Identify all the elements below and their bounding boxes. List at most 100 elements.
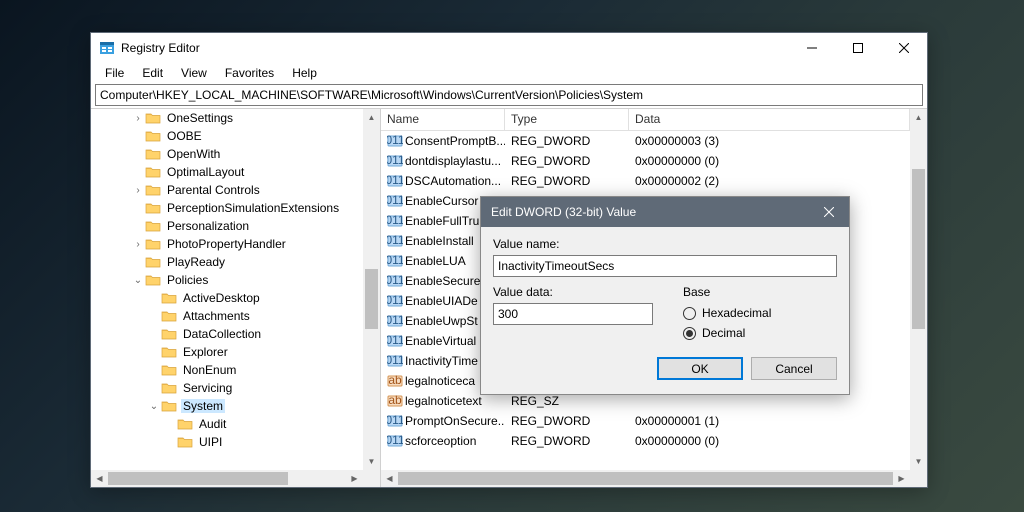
base-label: Base (683, 285, 837, 299)
tree-item[interactable]: UIPI (91, 433, 363, 451)
scroll-left-icon[interactable]: ◀ (381, 470, 398, 487)
titlebar[interactable]: Registry Editor (91, 33, 927, 63)
tree-item[interactable]: OptimalLayout (91, 163, 363, 181)
close-button[interactable] (881, 33, 927, 63)
tree-item[interactable]: OOBE (91, 127, 363, 145)
scroll-right-icon[interactable]: ▶ (893, 470, 910, 487)
address-bar[interactable]: Computer\HKEY_LOCAL_MACHINE\SOFTWARE\Mic… (95, 84, 923, 106)
tree-item-label: Attachments (181, 309, 252, 323)
tree-item[interactable]: Attachments (91, 307, 363, 325)
dword-value-icon: 011 (387, 193, 403, 209)
menu-help[interactable]: Help (284, 64, 325, 82)
folder-icon (145, 255, 161, 269)
menu-view[interactable]: View (173, 64, 215, 82)
dialog-titlebar[interactable]: Edit DWORD (32-bit) Value (481, 197, 849, 227)
column-type[interactable]: Type (505, 109, 629, 130)
list-scrollbar-horizontal[interactable]: ◀ ▶ (381, 470, 910, 487)
tree-item[interactable]: ›OneSettings (91, 109, 363, 127)
scrollbar-thumb[interactable] (398, 472, 893, 485)
tree-item[interactable]: ⌄System (91, 397, 363, 415)
scroll-left-icon[interactable]: ◀ (91, 470, 108, 487)
folder-icon (145, 165, 161, 179)
dword-value-icon: 011 (387, 173, 403, 189)
folder-icon (161, 309, 177, 323)
list-row[interactable]: 011dontdisplaylastu...REG_DWORD0x0000000… (381, 151, 910, 171)
value-data: 0x00000002 (2) (629, 174, 910, 188)
menu-favorites[interactable]: Favorites (217, 64, 282, 82)
menu-file[interactable]: File (97, 64, 132, 82)
list-row[interactable]: 011PromptOnSecure...REG_DWORD0x00000001 … (381, 411, 910, 431)
value-type: REG_DWORD (505, 134, 629, 148)
svg-text:011: 011 (387, 153, 403, 167)
scrollbar-thumb[interactable] (365, 269, 378, 329)
svg-text:011: 011 (387, 333, 403, 347)
chevron-down-icon[interactable]: ⌄ (147, 401, 161, 412)
tree-item[interactable]: NonEnum (91, 361, 363, 379)
value-data: 0x00000001 (1) (629, 414, 910, 428)
menubar: File Edit View Favorites Help (91, 63, 927, 83)
tree-item-label: Audit (197, 417, 228, 431)
app-icon (99, 40, 115, 56)
chevron-right-icon[interactable]: › (131, 185, 145, 196)
tree-item-label: PerceptionSimulationExtensions (165, 201, 341, 215)
column-data[interactable]: Data (629, 109, 910, 130)
chevron-right-icon[interactable]: › (131, 113, 145, 124)
tree-item[interactable]: ActiveDesktop (91, 289, 363, 307)
value-name: EnableCursor (405, 194, 478, 208)
radio-decimal[interactable]: Decimal (683, 323, 837, 343)
window-title: Registry Editor (121, 41, 789, 55)
value-data-input[interactable] (493, 303, 653, 325)
scrollbar-thumb[interactable] (108, 472, 288, 485)
scrollbar-thumb[interactable] (912, 169, 925, 329)
menu-edit[interactable]: Edit (134, 64, 171, 82)
list-row[interactable]: 011ConsentPromptB...REG_DWORD0x00000003 … (381, 131, 910, 151)
scroll-right-icon[interactable]: ▶ (346, 470, 363, 487)
scroll-down-icon[interactable]: ▼ (363, 453, 380, 470)
scroll-down-icon[interactable]: ▼ (910, 453, 927, 470)
tree-item-label: OpenWith (165, 147, 222, 161)
tree-item-label: ActiveDesktop (181, 291, 262, 305)
scroll-up-icon[interactable]: ▲ (910, 109, 927, 126)
tree-item[interactable]: ›Parental Controls (91, 181, 363, 199)
tree-item-label: Explorer (181, 345, 230, 359)
value-name-input[interactable] (493, 255, 837, 277)
dialog-close-button[interactable] (809, 197, 849, 227)
dword-value-icon: 011 (387, 313, 403, 329)
tree-scrollbar-horizontal[interactable]: ◀ ▶ (91, 470, 363, 487)
radio-hexadecimal[interactable]: Hexadecimal (683, 303, 837, 323)
edit-dword-dialog: Edit DWORD (32-bit) Value Value name: Va… (480, 196, 850, 395)
value-name: EnableVirtual (405, 334, 476, 348)
tree-scrollbar-vertical[interactable]: ▲ ▼ (363, 109, 380, 470)
dword-value-icon: 011 (387, 233, 403, 249)
cancel-button[interactable]: Cancel (751, 357, 837, 380)
dword-value-icon: 011 (387, 413, 403, 429)
value-data: 0x00000000 (0) (629, 154, 910, 168)
tree-item[interactable]: Servicing (91, 379, 363, 397)
minimize-button[interactable] (789, 33, 835, 63)
tree-item[interactable]: PlayReady (91, 253, 363, 271)
tree-item[interactable]: OpenWith (91, 145, 363, 163)
tree-item[interactable]: ⌄ Policies (91, 271, 363, 289)
scroll-up-icon[interactable]: ▲ (363, 109, 380, 126)
tree-item[interactable]: Explorer (91, 343, 363, 361)
tree-item[interactable]: PerceptionSimulationExtensions (91, 199, 363, 217)
chevron-right-icon[interactable]: › (131, 239, 145, 250)
list-scrollbar-vertical[interactable]: ▲ ▼ (910, 109, 927, 470)
svg-text:011: 011 (387, 353, 403, 367)
list-row[interactable]: 011scforceoptionREG_DWORD0x00000000 (0) (381, 431, 910, 451)
tree-item[interactable]: Personalization (91, 217, 363, 235)
maximize-button[interactable] (835, 33, 881, 63)
ok-button[interactable]: OK (657, 357, 743, 380)
column-name[interactable]: Name (381, 109, 505, 130)
folder-icon (145, 273, 161, 287)
value-type: REG_DWORD (505, 174, 629, 188)
chevron-down-icon[interactable]: ⌄ (131, 275, 145, 286)
tree-item[interactable]: ›PhotoPropertyHandler (91, 235, 363, 253)
folder-icon (145, 147, 161, 161)
svg-text:011: 011 (387, 413, 403, 427)
list-row[interactable]: 011DSCAutomation...REG_DWORD0x00000002 (… (381, 171, 910, 191)
tree-item[interactable]: Audit (91, 415, 363, 433)
tree-item[interactable]: DataCollection (91, 325, 363, 343)
tree-item-label: DataCollection (181, 327, 263, 341)
tree-item-label: Policies (165, 273, 210, 287)
